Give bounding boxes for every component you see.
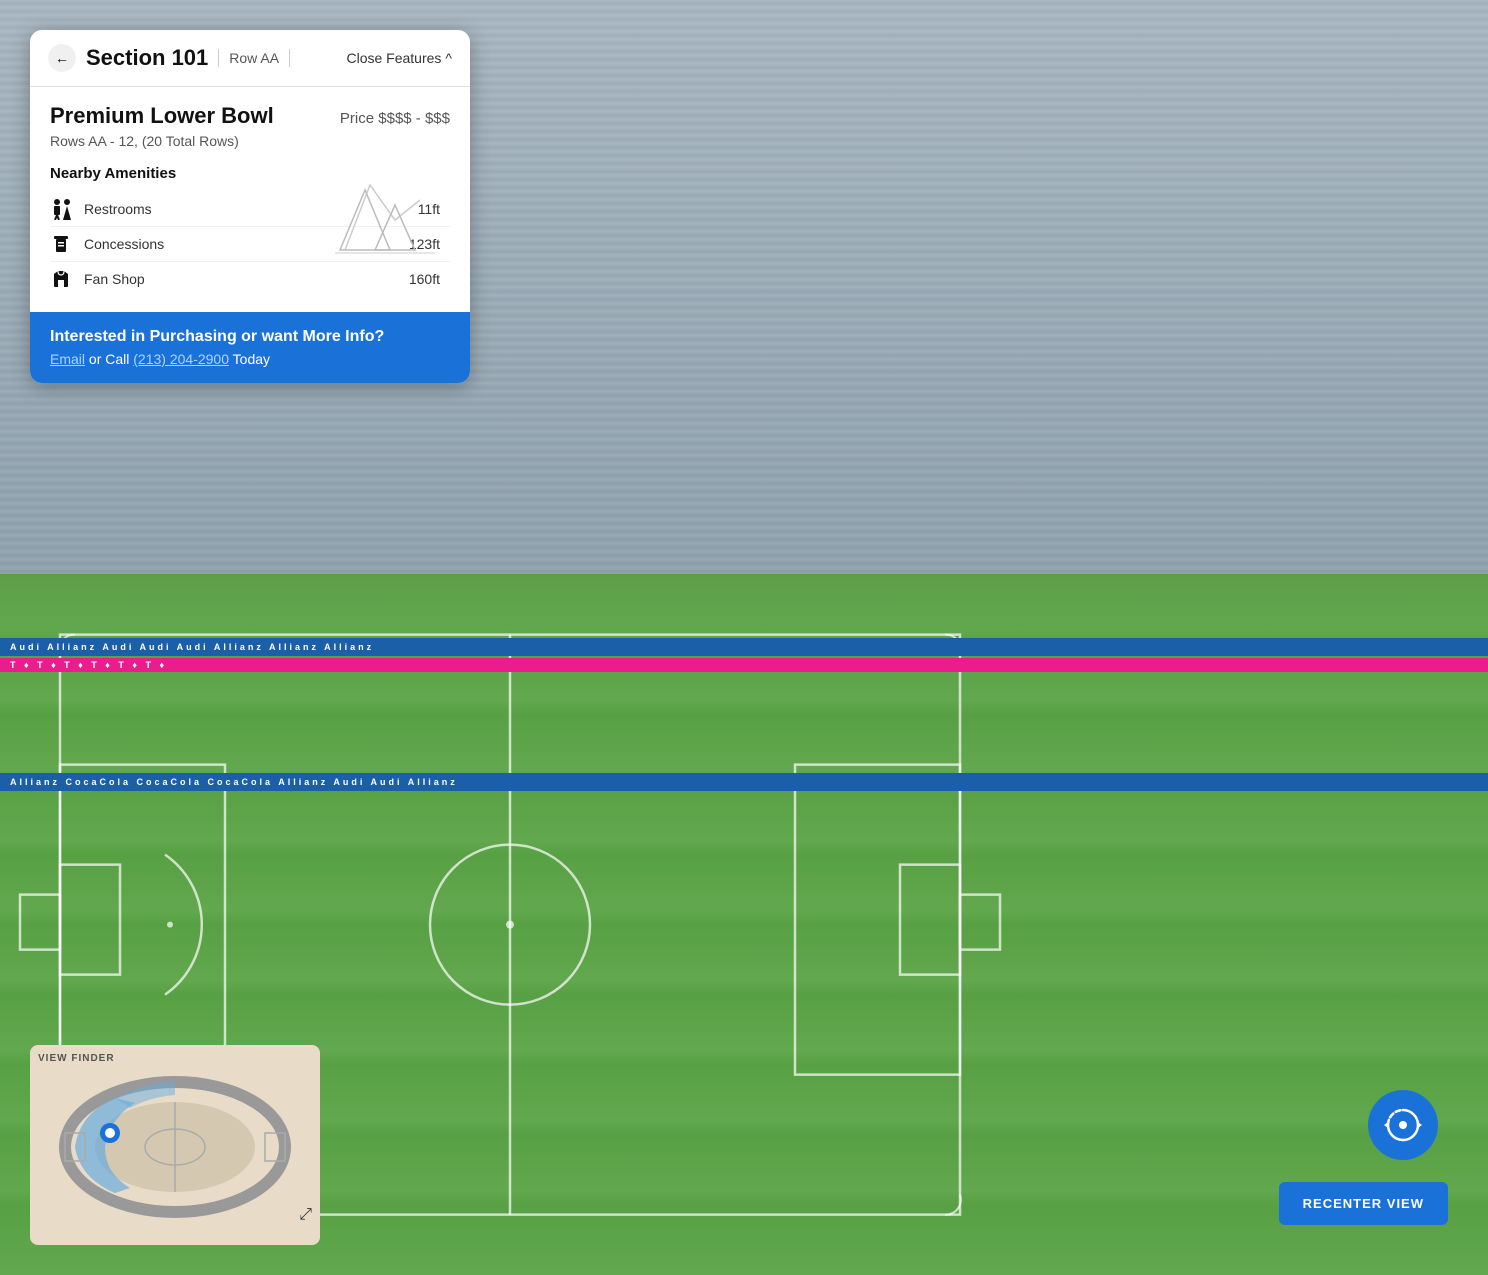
- close-features-button[interactable]: Close Features ^: [346, 50, 452, 66]
- amenities-section: Nearby Amenities: [50, 165, 450, 296]
- view-finder: VIEW FINDER ⤢: [30, 1045, 320, 1245]
- panel-header: ← Section 101 Row AA Close Features ^: [30, 30, 470, 87]
- header-divider: [218, 49, 219, 67]
- cta-prefix: or Call: [89, 351, 133, 367]
- concessions-icon: [50, 233, 78, 255]
- ad-top-pink-text: T ♦ T ♦ T ♦ T ♦ T ♦ T ♦: [0, 660, 177, 670]
- section-title: Section 101: [86, 45, 208, 71]
- price-range: Price $$$$ - $$$: [340, 110, 450, 127]
- recenter-button[interactable]: RECENTER VIEW: [1279, 1182, 1448, 1225]
- chevron-up-icon: ^: [445, 50, 452, 66]
- fanshop-distance: 160ft: [409, 271, 440, 287]
- cta-section: Interested in Purchasing or want More In…: [30, 312, 470, 383]
- cta-title: Interested in Purchasing or want More In…: [50, 328, 450, 346]
- close-features-label: Close Features: [346, 50, 441, 66]
- header-divider-2: [289, 49, 290, 67]
- back-arrow-icon: ←: [55, 50, 69, 66]
- section-type: Premium Lower Bowl: [50, 103, 274, 129]
- cta-suffix: Today: [233, 351, 270, 367]
- ad-top-text: Audi Allianz Audi Audi Audi Allianz Alli…: [0, 642, 384, 652]
- section-chart: [330, 165, 440, 265]
- chart-container: [330, 165, 440, 265]
- view-finder-label: VIEW FINDER: [38, 1053, 312, 1064]
- ad-board-top-pink: T ♦ T ♦ T ♦ T ♦ T ♦ T ♦: [0, 658, 1488, 672]
- panel-body: Premium Lower Bowl Price $$$$ - $$$ Rows…: [30, 87, 470, 312]
- amenity-row-fanshop: Fan Shop 160ft: [50, 262, 450, 296]
- info-panel: ← Section 101 Row AA Close Features ^ Pr…: [30, 30, 470, 383]
- stadium-map-svg: [55, 1073, 295, 1221]
- cta-text: Email or Call (213) 204-2900 Today: [50, 351, 450, 367]
- back-button[interactable]: ←: [48, 44, 76, 72]
- phone-link[interactable]: (213) 204-2900: [133, 351, 229, 367]
- section-type-row: Premium Lower Bowl Price $$$$ - $$$: [50, 103, 450, 133]
- orbit-icon: [1382, 1104, 1424, 1146]
- email-link[interactable]: Email: [50, 351, 85, 367]
- row-label: Row AA: [229, 50, 279, 66]
- fanshop-label: Fan Shop: [84, 271, 409, 287]
- rows-info: Rows AA - 12, (20 Total Rows): [50, 133, 450, 149]
- orbit-button[interactable]: [1368, 1090, 1438, 1160]
- ad-bottom-text: Allianz CocaCola CocaCola CocaCola Allia…: [0, 777, 468, 787]
- ad-board-bottom: Allianz CocaCola CocaCola CocaCola Allia…: [0, 773, 1488, 791]
- ad-board-top: Audi Allianz Audi Audi Audi Allianz Alli…: [0, 638, 1488, 656]
- restroom-icon: [50, 198, 78, 220]
- fanshop-icon: [50, 268, 78, 290]
- stadium-map: ⤢: [38, 1069, 312, 1224]
- expand-icon[interactable]: ⤢: [299, 1206, 312, 1224]
